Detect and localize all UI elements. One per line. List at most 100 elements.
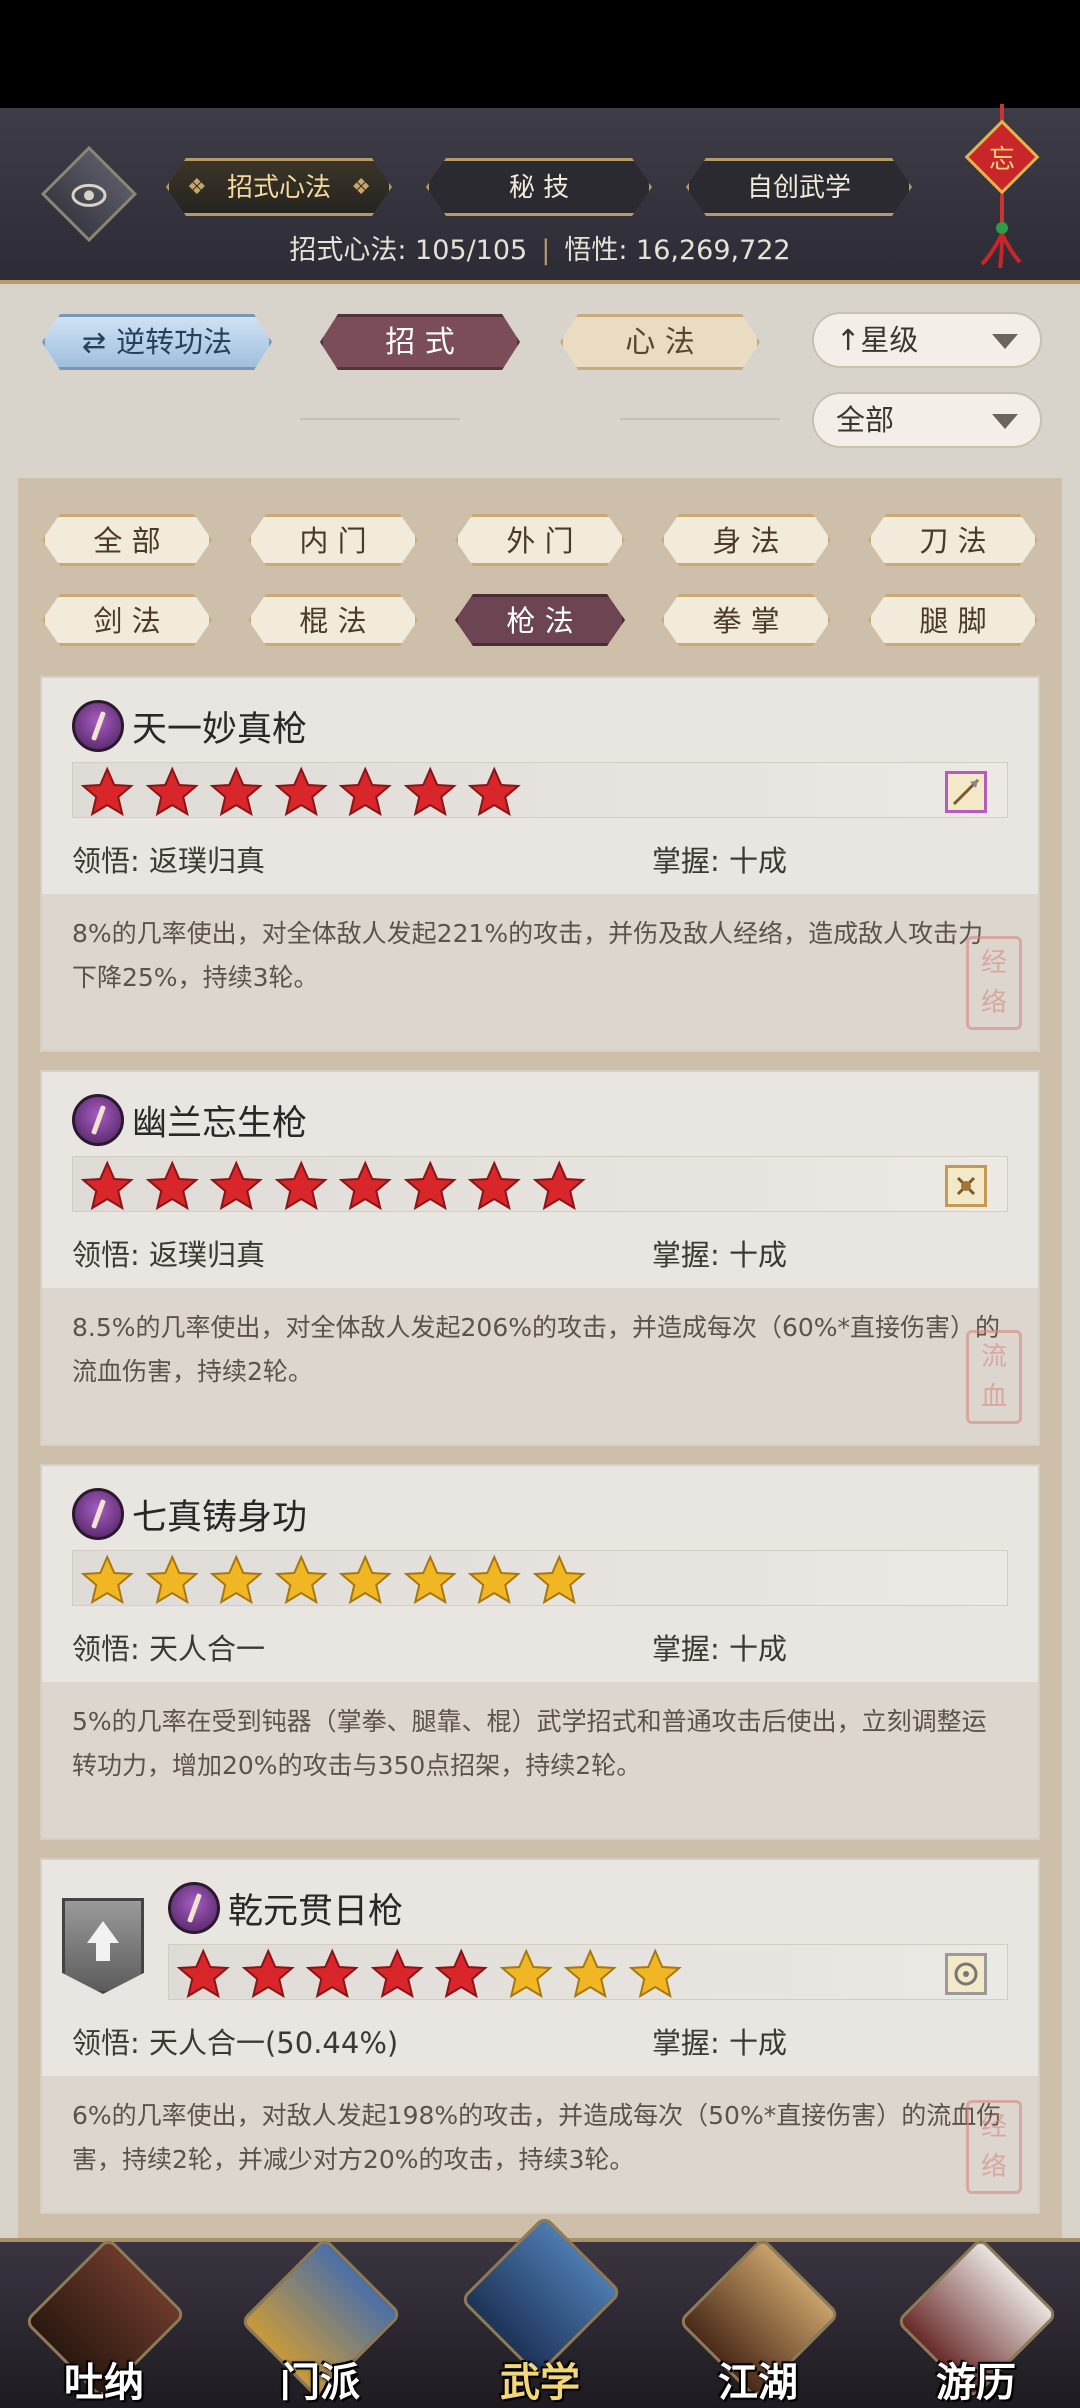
tab-moves-methods[interactable]: 招式心法 [166,158,392,216]
filter-leg[interactable]: 腿 脚 [868,594,1038,646]
comprehension: 领悟: 返璞归真 [72,844,265,878]
mastery: 掌握: 十成 [652,844,787,878]
stats-separator: | [541,235,551,266]
nav-label: 游历 [936,2360,1016,2406]
star-icon [274,1160,328,1211]
weapon-type-icon[interactable] [945,1165,987,1207]
stars [75,765,527,817]
skill-name: 幽兰忘生枪 [132,1103,308,1144]
star-icon [209,1554,263,1605]
stars [75,1159,591,1211]
nav-jianghu[interactable]: 江湖 [668,2236,848,2408]
nav-travel[interactable]: 游历 [886,2236,1066,2408]
skill-title: 天一妙真枪 [72,700,307,752]
star-icon [145,1554,199,1605]
filter-spear[interactable]: 枪 法 [455,594,625,646]
star-rating [72,1156,1008,1212]
skill-description-box: 5%的几率在受到钝器（掌拳、腿靠、棍）武学招式和普通攻击后使出，立刻调整运转功力… [42,1682,1038,1838]
star-rating [72,762,1008,818]
tab-custom-martial[interactable]: 自创武学 [686,158,912,216]
spear-skill-icon [72,1094,124,1146]
star-icon [532,1160,586,1211]
comprehension: 领悟: 天人合一(50.44%) [72,2026,399,2060]
star-icon [467,1160,521,1211]
star-icon [628,1948,682,1999]
tab-secret-skills[interactable]: 秘 技 [426,158,652,216]
mastery: 掌握: 十成 [652,1238,787,1272]
mastery: 掌握: 十成 [652,2026,787,2060]
bottom-nav: 吐纳 门派 武学 江湖 游历 [0,2214,1080,2408]
filter-sword[interactable]: 剑 法 [42,594,212,646]
filter-all[interactable]: 全 部 [42,514,212,566]
filter-blade[interactable]: 刀 法 [868,514,1038,566]
star-icon [403,766,457,817]
chevron-down-icon [992,334,1018,349]
status-bar [0,0,1080,108]
moves-count: 招式心法: 105/105 [289,235,528,266]
stars [75,1553,591,1605]
eye-icon [71,183,107,207]
skill-card[interactable]: 乾元贯日枪 领悟: 天人合一(50.44%) 掌握: 十成 6%的几率使出，对敌… [40,1858,1040,2214]
reverse-skill-button[interactable]: ⇄ 逆转功法 [42,314,272,370]
sort-dropdown[interactable]: ↑星级 [812,312,1042,368]
skill-description: 8%的几率使出，对全体敌人发起221%的攻击，并伤及敌人经络，造成敌人攻击力下降… [72,919,984,992]
category-label: 全部 [836,403,895,437]
spear-skill-icon [168,1882,220,1934]
skill-description: 5%的几率在受到钝器（掌拳、腿靠、棍）武学招式和普通攻击后使出，立刻调整运转功力… [72,1707,987,1780]
nav-breathing[interactable]: 吐纳 [14,2236,194,2408]
tab-methods[interactable]: 心 法 [560,314,760,370]
star-icon [338,766,392,817]
weapon-type-icon[interactable] [945,771,987,813]
arrow-up-icon: ↑ [836,323,861,357]
star-icon [274,766,328,817]
comprehension: 领悟: 天人合一 [72,1632,265,1666]
skill-title: 七真铸身功 [72,1488,307,1540]
star-icon [403,1554,457,1605]
skill-card[interactable]: 天一妙真枪 领悟: 返璞归真 掌握: 十成 8%的几率使出，对全体敌人发起221… [40,676,1040,1052]
divider-right [620,418,780,420]
upgrade-arrow-icon[interactable] [62,1898,144,1994]
tab-moves[interactable]: 招 式 [320,314,520,370]
skill-name: 乾元贯日枪 [228,1891,404,1932]
filter-inner[interactable]: 内 门 [248,514,418,566]
divider-left [300,418,460,420]
sort-label: 星级 [860,323,919,357]
star-icon [145,1160,199,1211]
nav-label: 武学 [500,2360,580,2406]
nav-label: 江湖 [718,2360,798,2406]
stats-line: 招式心法: 105/105 | 悟性: 16,269,722 [0,228,1080,267]
skill-card[interactable]: 幽兰忘生枪 领悟: 返璞归真 掌握: 十成 8.5%的几率使出，对全体敌人发起2… [40,1070,1040,1446]
filter-outer[interactable]: 外 门 [455,514,625,566]
star-icon [274,1554,328,1605]
wisdom-value: 悟性: 16,269,722 [564,235,791,266]
star-rating [168,1944,1008,2000]
skill-description-box: 6%的几率使出，对敌人发起198%的攻击，并造成每次（50%*直接伤害）的流血伤… [42,2076,1038,2212]
skill-name: 七真铸身功 [132,1497,308,1538]
star-icon [176,1948,230,1999]
star-icon [370,1948,424,1999]
skill-meta: 领悟: 天人合一 掌握: 十成 [72,1626,1012,1668]
filter-staff[interactable]: 棍 法 [248,594,418,646]
filter-movement[interactable]: 身 法 [661,514,831,566]
spear-skill-icon [72,1488,124,1540]
mastery: 掌握: 十成 [652,1632,787,1666]
comprehension: 领悟: 返璞归真 [72,1238,265,1272]
nav-sect[interactable]: 门派 [230,2236,410,2408]
nav-label: 门派 [280,2360,360,2406]
skill-title: 幽兰忘生枪 [72,1094,307,1146]
star-icon [241,1948,295,1999]
top-header: 招式心法 秘 技 自创武学 招式心法: 105/105 | 悟性: 16,269,7… [0,104,1080,284]
nav-martial-arts[interactable]: 武学 [450,2214,630,2408]
star-icon [467,1554,521,1605]
star-icon [80,1554,134,1605]
star-icon [338,1554,392,1605]
knot-ornament-icon[interactable]: 忘 [962,104,1042,274]
category-dropdown[interactable]: 全部 [812,392,1042,448]
seal-stamp: 流血 [966,1330,1022,1424]
skill-card[interactable]: 七真铸身功 领悟: 天人合一 掌握: 十成 5%的几率在受到钝器（掌拳、腿靠、棍… [40,1464,1040,1840]
filter-fist[interactable]: 拳 掌 [661,594,831,646]
weapon-type-icon[interactable] [945,1953,987,1995]
star-icon [209,1160,263,1211]
star-icon [532,1554,586,1605]
skill-description: 6%的几率使出，对敌人发起198%的攻击，并造成每次（50%*直接伤害）的流血伤… [72,2101,1002,2174]
